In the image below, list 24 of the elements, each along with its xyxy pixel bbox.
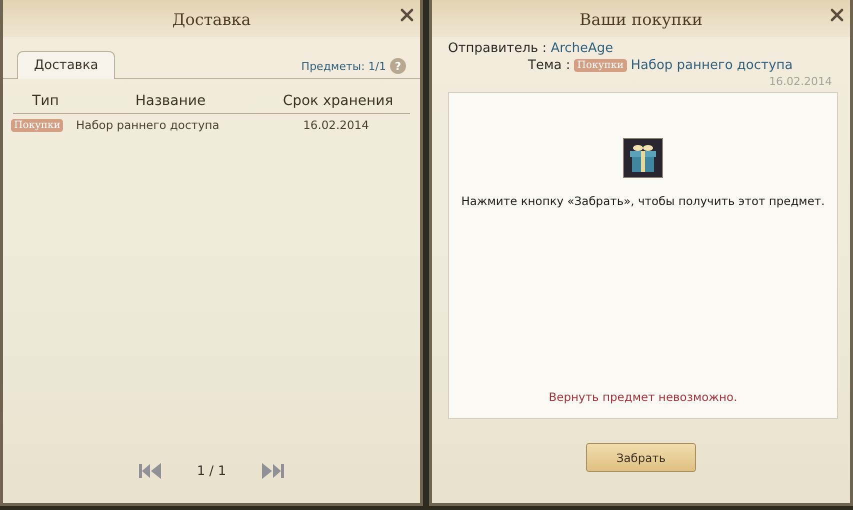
list-row[interactable]: Покупки Набор раннего доступа 16.02.2014: [11, 118, 410, 132]
warning-text: Вернуть предмет невозможно.: [548, 390, 738, 404]
subject-text: Набор раннего доступа: [630, 58, 793, 73]
window-title: Доставка: [3, 0, 420, 37]
tab[interactable]: Доставка: [17, 51, 116, 79]
column-header: Срок хранения: [282, 93, 394, 109]
take-button[interactable]: Забрать: [586, 443, 696, 472]
column-header: Тип: [31, 93, 60, 109]
sender-name: ArcheAge: [550, 41, 614, 56]
window-title: Ваши покупки: [432, 0, 850, 37]
type-tag: Покупки: [574, 59, 627, 72]
gift-box-icon[interactable]: [623, 138, 663, 178]
message-date: 16.02.2014: [769, 75, 833, 88]
items-count: Предметы: 1/1: [301, 60, 386, 72]
table-cell-text: Набор раннего доступа: [76, 118, 220, 132]
page-indicator: 1 / 1: [196, 464, 226, 478]
subject-label: Тема :: [528, 58, 570, 73]
close-icon[interactable]: [830, 8, 844, 22]
table-cell-text: 16.02.2014: [302, 118, 370, 132]
sender-label: Отправитель :: [448, 41, 547, 56]
type-tag: Покупки: [11, 118, 64, 132]
column-header: Название: [134, 93, 207, 109]
message-text: Нажмите кнопку «Забрать», чтобы получить этот предмет.: [461, 194, 825, 208]
close-icon[interactable]: [400, 8, 414, 22]
